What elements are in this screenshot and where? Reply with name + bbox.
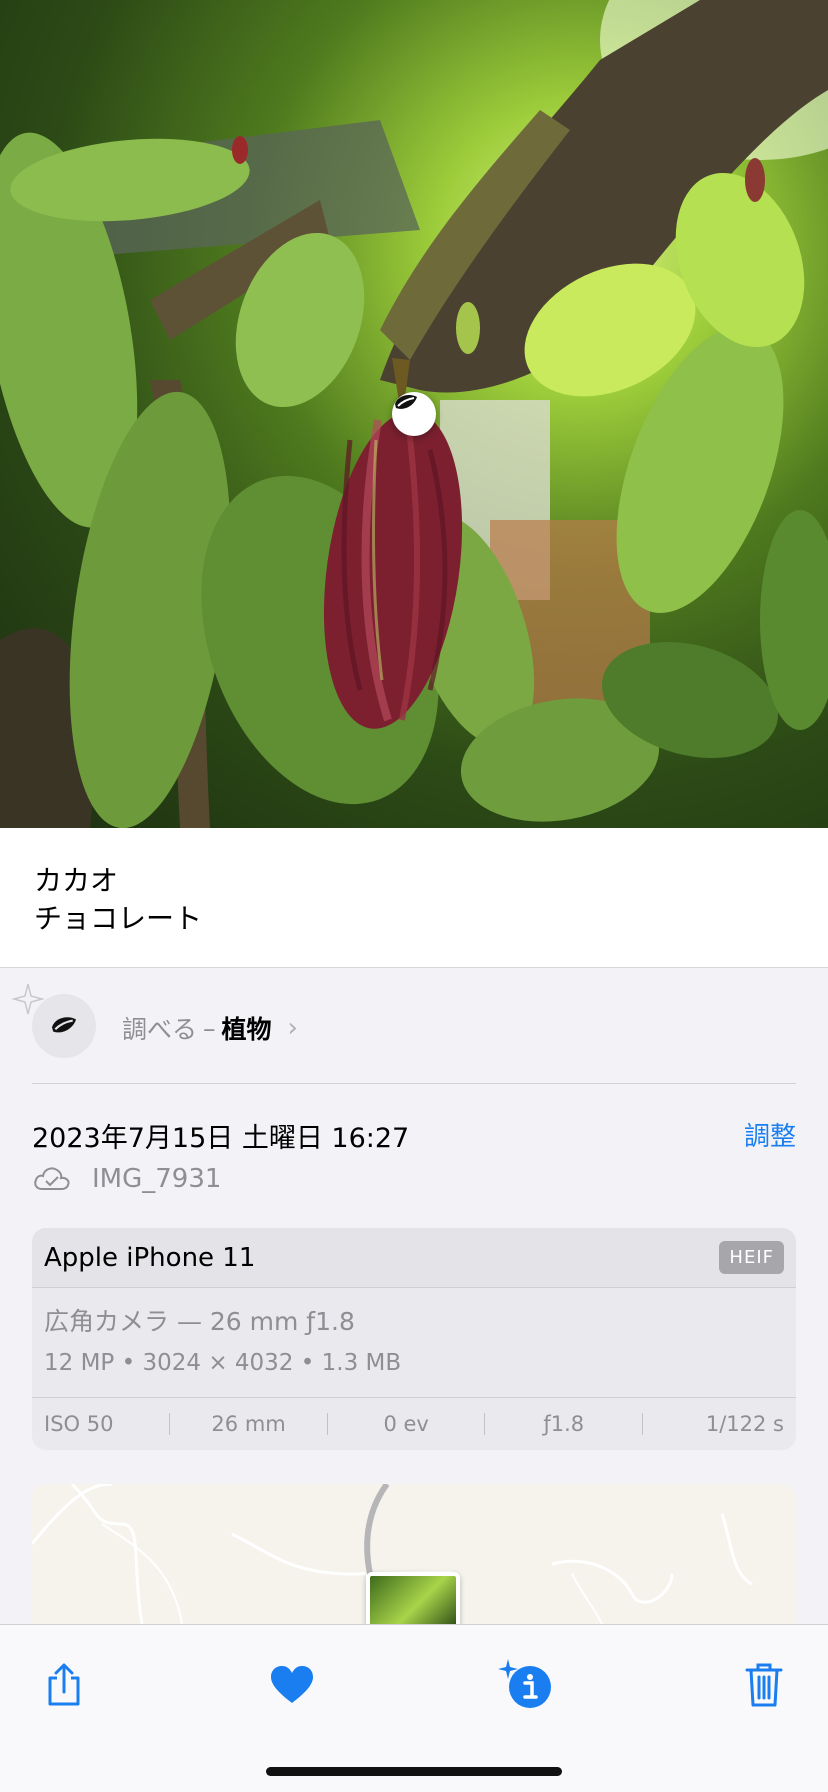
info-button[interactable] <box>496 1655 556 1715</box>
map-photo-thumbnail[interactable] <box>366 1572 460 1624</box>
lookup-link[interactable]: 調べる – 植物 › <box>122 1010 298 1046</box>
heart-icon <box>271 1666 313 1703</box>
photo-datetime: 2023年7月15日 土曜日 16:27 <box>32 1123 410 1154</box>
lookup-icon-circle <box>32 994 96 1058</box>
camera-card-body: 広角カメラ — 26 mm ƒ1.8 12 MP • 3024 × 4032 •… <box>32 1288 796 1398</box>
camera-card-header: Apple iPhone 11 HEIF <box>32 1228 796 1288</box>
info-sparkle-icon <box>498 1659 551 1708</box>
home-indicator[interactable] <box>266 1767 562 1776</box>
favorite-button[interactable] <box>262 1655 322 1715</box>
exif-row: ISO 50 26 mm 0 ev ƒ1.8 1/122 s <box>32 1398 796 1450</box>
lens-info: 広角カメラ — 26 mm ƒ1.8 <box>44 1307 355 1336</box>
filename-text: IMG_7931 <box>92 1164 222 1194</box>
adjust-button[interactable]: 調整 <box>744 1116 796 1153</box>
lookup-divider <box>32 1083 796 1084</box>
icloud-check-icon <box>34 1167 70 1190</box>
trash-icon <box>745 1663 783 1707</box>
exif-focal-length: 26 mm <box>211 1412 286 1436</box>
caption-line-2: チョコレート <box>34 902 203 935</box>
leaf-icon <box>395 395 417 409</box>
chevron-right-icon: › <box>287 1013 298 1043</box>
lookup-row[interactable]: 調べる – 植物 › <box>0 968 828 1084</box>
filename-row: IMG_7931 <box>32 1164 221 1194</box>
format-badge: HEIF <box>719 1241 784 1274</box>
camera-info-card: Apple iPhone 11 HEIF 広角カメラ — 26 mm ƒ1.8 … <box>32 1228 796 1450</box>
image-specs: 12 MP • 3024 × 4032 • 1.3 MB <box>44 1350 402 1376</box>
lookup-dash: – <box>203 1013 216 1043</box>
location-map[interactable] <box>32 1484 796 1624</box>
visual-lookup-badge[interactable] <box>392 392 436 436</box>
lookup-category: 植物 <box>221 1015 272 1044</box>
camera-model: Apple iPhone 11 <box>44 1242 256 1273</box>
exif-exposure-value: 0 ev <box>383 1412 429 1436</box>
exif-shutter-speed: 1/122 s <box>705 1412 784 1436</box>
photo-viewer[interactable] <box>0 0 828 828</box>
share-button[interactable] <box>34 1655 94 1715</box>
caption-section[interactable]: カカオ チョコレート <box>0 828 828 968</box>
bottom-toolbar <box>0 1624 828 1792</box>
share-icon <box>48 1663 80 1706</box>
lookup-prefix: 調べる <box>122 1015 198 1044</box>
caption-line-1: カカオ <box>34 864 119 897</box>
leaf-icon <box>52 1017 76 1033</box>
delete-button[interactable] <box>734 1655 794 1715</box>
exif-iso: ISO 50 <box>44 1412 114 1436</box>
exif-aperture: ƒ1.8 <box>543 1412 585 1436</box>
